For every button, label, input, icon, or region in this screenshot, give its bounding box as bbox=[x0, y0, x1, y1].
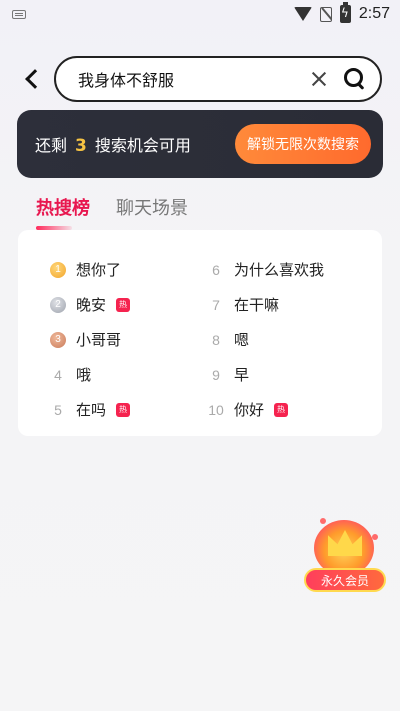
hot-item-text: 在吗 bbox=[76, 401, 107, 419]
list-item[interactable]: 4 哦 bbox=[48, 357, 130, 392]
list-item[interactable]: 1 想你了 bbox=[48, 252, 130, 287]
hot-item-text: 小哥哥 bbox=[76, 331, 122, 349]
hot-item-text: 哦 bbox=[76, 366, 92, 384]
list-item[interactable]: 9 早 bbox=[206, 357, 324, 392]
gold-medal-icon: 1 bbox=[50, 261, 66, 278]
list-item[interactable]: 5 在吗 热 bbox=[48, 392, 131, 427]
hot-item-text: 为什么喜欢我 bbox=[234, 261, 325, 279]
quota-suffix: 搜索机会可用 bbox=[94, 136, 191, 155]
list-item[interactable]: 7 在干嘛 bbox=[206, 287, 324, 322]
sparkle-icon bbox=[372, 534, 378, 540]
hot-search-list: 1 想你了 2 晚安 热 3 小哥哥 4 哦 5 在吗 热 6 为什么喜欢我 7… bbox=[18, 230, 382, 436]
hot-list-left-column: 1 想你了 2 晚安 热 3 小哥哥 4 哦 5 在吗 热 bbox=[48, 252, 131, 427]
hot-list-right-column: 6 为什么喜欢我 7 在干嘛 8 嗯 9 早 10 你好 热 bbox=[206, 252, 324, 427]
search-icon[interactable] bbox=[344, 68, 366, 90]
rank-number: 4 bbox=[54, 366, 62, 383]
quota-prefix: 还剩 bbox=[35, 136, 68, 155]
wifi-icon bbox=[293, 7, 312, 21]
rank-number: 5 bbox=[54, 401, 62, 418]
hot-item-text: 在干嘛 bbox=[234, 296, 280, 314]
hot-item-text: 晚安 bbox=[76, 296, 107, 314]
tab-bar: 热搜榜 聊天场景 bbox=[36, 194, 188, 230]
sparkle-icon bbox=[320, 518, 326, 524]
rank-number: 8 bbox=[212, 331, 220, 348]
status-time: 2:57 bbox=[358, 5, 390, 22]
vip-floating-button[interactable]: 永久会员 bbox=[300, 512, 390, 596]
search-bar bbox=[54, 56, 382, 102]
back-button[interactable] bbox=[22, 64, 46, 94]
rank-number: 10 bbox=[208, 401, 224, 418]
clear-icon[interactable] bbox=[310, 70, 328, 88]
list-item[interactable]: 2 晚安 热 bbox=[48, 287, 131, 322]
hot-badge: 热 bbox=[116, 402, 131, 417]
chevron-left-icon bbox=[25, 69, 45, 89]
hot-badge: 热 bbox=[116, 297, 131, 312]
list-item[interactable]: 8 嗯 bbox=[206, 322, 324, 357]
list-item[interactable]: 6 为什么喜欢我 bbox=[206, 252, 324, 287]
quota-count: 3 bbox=[75, 136, 87, 156]
status-bar: 2:57 bbox=[0, 0, 400, 28]
no-sim-icon bbox=[319, 6, 332, 22]
tab-chat-scenes[interactable]: 聊天场景 bbox=[116, 194, 188, 226]
hot-item-text: 嗯 bbox=[234, 331, 250, 349]
vip-label: 永久会员 bbox=[304, 568, 386, 592]
status-icons: 2:57 bbox=[293, 2, 390, 23]
tab-hot-search[interactable]: 热搜榜 bbox=[36, 194, 90, 230]
hot-item-text: 早 bbox=[234, 366, 250, 384]
rank-number: 9 bbox=[212, 366, 220, 383]
keyboard-icon bbox=[12, 9, 26, 19]
hot-badge: 热 bbox=[274, 402, 289, 417]
hot-item-text: 想你了 bbox=[76, 261, 122, 279]
rank-number: 6 bbox=[212, 261, 220, 278]
search-input[interactable] bbox=[78, 58, 310, 100]
quota-banner: 还剩 3 搜索机会可用 解锁无限次数搜索 bbox=[17, 110, 383, 178]
quota-text: 还剩 3 搜索机会可用 bbox=[35, 132, 191, 156]
unlock-unlimited-button[interactable]: 解锁无限次数搜索 bbox=[235, 124, 371, 164]
bronze-medal-icon: 3 bbox=[50, 331, 66, 348]
silver-medal-icon: 2 bbox=[50, 296, 66, 313]
hot-item-text: 你好 bbox=[234, 401, 265, 419]
battery-charging-icon bbox=[339, 2, 351, 23]
rank-number: 7 bbox=[212, 296, 220, 313]
list-item[interactable]: 10 你好 热 bbox=[206, 392, 324, 427]
list-item[interactable]: 3 小哥哥 bbox=[48, 322, 130, 357]
